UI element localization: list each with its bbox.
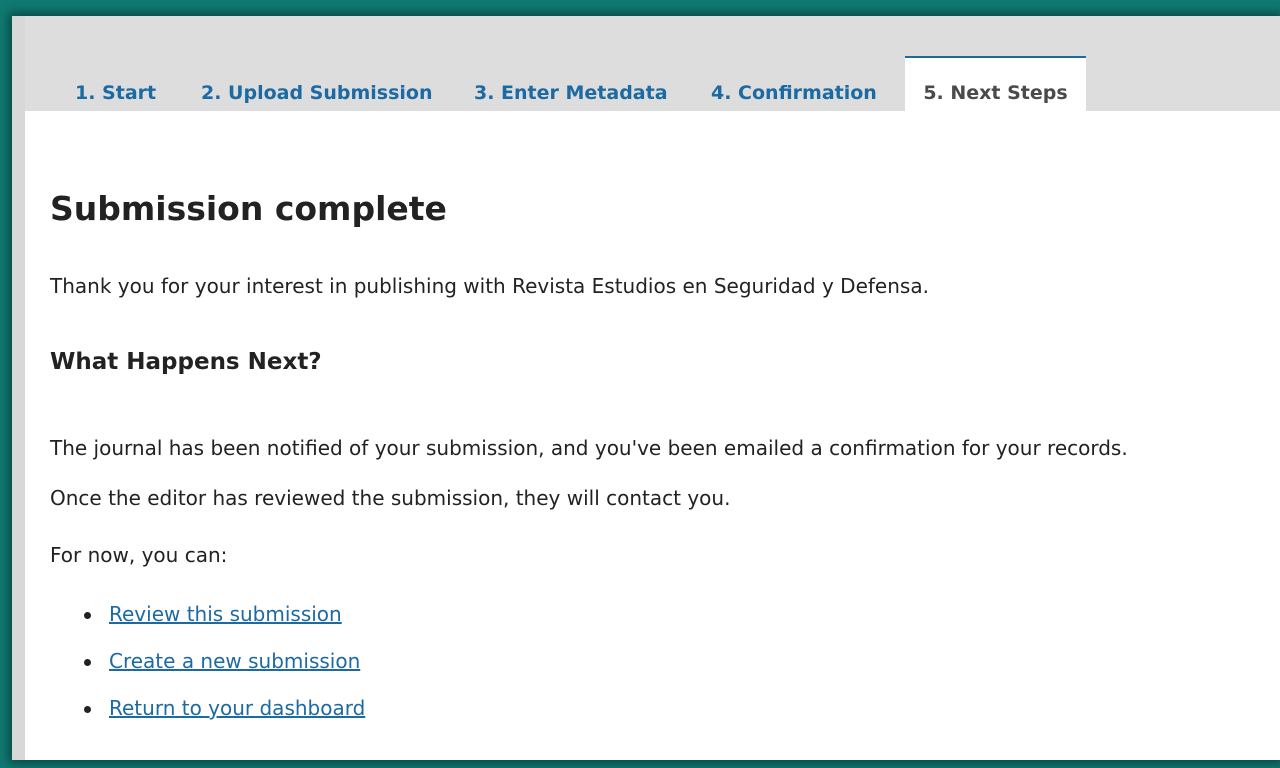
next-steps-line-1: The journal has been notified of your su… [50,436,1128,460]
list-item: Review this submission [50,602,365,649]
next-steps-description: The journal has been notified of your su… [50,423,1280,523]
tab-enter-metadata[interactable]: 3. Enter Metadata [474,56,668,111]
review-submission-link[interactable]: Review this submission [109,602,342,626]
tab-start[interactable]: 1. Start [75,56,156,111]
submission-panel: 1. Start 2. Upload Submission 3. Enter M… [25,16,1280,760]
next-steps-line-2: Once the editor has reviewed the submiss… [50,486,731,510]
window-frame: 1. Start 2. Upload Submission 3. Enter M… [12,16,1280,760]
bullet-icon [84,659,91,666]
tab-next-steps[interactable]: 5. Next Steps [905,56,1086,111]
action-links-list: Review this submission Create a new subm… [50,602,365,743]
bullet-icon [84,706,91,713]
list-item: Create a new submission [50,649,365,696]
step-tabs: 1. Start 2. Upload Submission 3. Enter M… [25,16,1280,111]
create-new-submission-link[interactable]: Create a new submission [109,649,360,673]
section-heading-next: What Happens Next? [50,349,322,375]
tab-confirmation[interactable]: 4. Confirmation [711,56,877,111]
tab-upload-submission[interactable]: 2. Upload Submission [201,56,433,111]
page-title: Submission complete [50,189,447,228]
list-item: Return to your dashboard [50,696,365,743]
thank-you-message: Thank you for your interest in publishin… [50,274,929,298]
return-to-dashboard-link[interactable]: Return to your dashboard [109,696,365,720]
for-now-label: For now, you can: [50,543,228,567]
bullet-icon [84,612,91,619]
